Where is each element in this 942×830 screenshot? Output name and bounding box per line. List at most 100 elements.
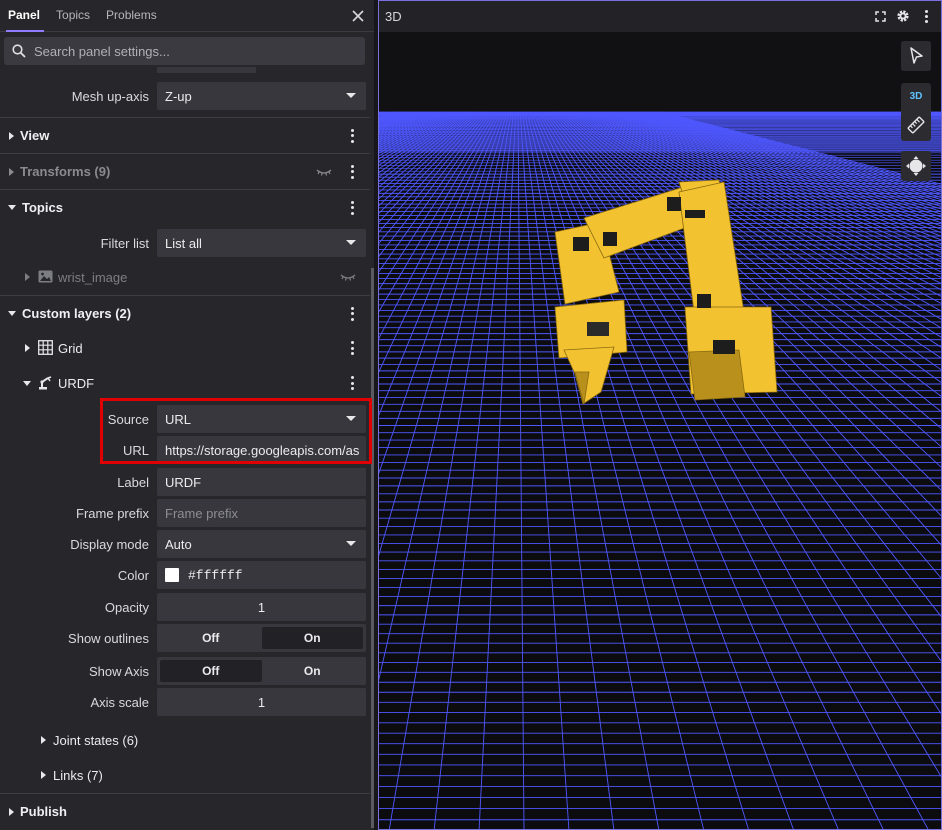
more-vert-icon[interactable] — [350, 341, 354, 355]
select-tool-button[interactable] — [901, 41, 931, 71]
highlight-box — [100, 398, 372, 464]
scene-canvas[interactable] — [379, 32, 942, 830]
more-vert-icon[interactable] — [350, 164, 354, 179]
filter-list-row: Filter list List all — [0, 229, 370, 257]
servo — [713, 340, 735, 354]
links-row[interactable]: Links (7) — [0, 764, 370, 786]
viewport-header: 3D — [379, 1, 941, 32]
frame-prefix-row: Frame prefix Frame prefix — [0, 499, 370, 527]
servo — [685, 210, 705, 218]
show-outlines-label: Show outlines — [68, 630, 149, 646]
mesh-up-axis-label: Mesh up-axis — [71, 88, 149, 104]
opacity-value: 1 — [257, 599, 266, 615]
show-axis-row: Show Axis Off On — [0, 657, 370, 685]
topic-wrist-image[interactable]: wrist_image — [0, 266, 370, 288]
more-vert-icon[interactable] — [350, 306, 354, 321]
move-tool-button[interactable] — [901, 151, 931, 181]
frame-prefix-placeholder: Frame prefix — [165, 505, 238, 521]
tab-topics[interactable]: Topics — [48, 0, 98, 32]
robot-link — [688, 349, 746, 401]
close-icon[interactable] — [349, 7, 367, 25]
caret-right-icon — [25, 344, 30, 352]
section-view-title: View — [20, 128, 50, 143]
viewport-title: 3D — [385, 9, 402, 24]
section-custom-layers-title: Custom layers (2) — [22, 306, 132, 321]
servo — [697, 294, 711, 308]
mode-3d-toggle[interactable]: 3D — [901, 91, 931, 102]
show-outlines-row: Show outlines Off On — [0, 624, 370, 652]
color-value: #ffffff — [188, 567, 243, 583]
servo — [587, 322, 609, 336]
fullscreen-icon[interactable] — [875, 11, 886, 22]
grid-icon — [38, 340, 53, 355]
panel-tabs: Panel Topics Problems — [0, 0, 374, 32]
caret-right-icon — [41, 736, 46, 744]
label-row: Label URDF — [0, 468, 370, 496]
label-value: URDF — [165, 474, 202, 490]
display-mode-select[interactable]: Auto — [157, 530, 366, 558]
display-mode-row: Display mode Auto — [0, 530, 370, 558]
tab-problems[interactable]: Problems — [98, 0, 165, 32]
color-row: Color #ffffff — [0, 561, 370, 589]
layer-grid[interactable]: Grid — [0, 337, 370, 359]
color-swatch[interactable] — [165, 568, 179, 582]
frame-prefix-input[interactable]: Frame prefix — [157, 499, 366, 527]
search-bar — [4, 37, 365, 65]
chevron-down-icon — [346, 93, 356, 98]
show-outlines-toggle: Off On — [157, 624, 366, 652]
move-icon — [906, 156, 926, 176]
tab-panel[interactable]: Panel — [0, 0, 48, 32]
image-icon — [38, 270, 53, 283]
search-input[interactable] — [34, 43, 334, 59]
more-vert-icon[interactable] — [350, 376, 354, 390]
show-axis-off[interactable]: Off — [160, 660, 262, 682]
section-topics-title: Topics — [22, 200, 63, 215]
joint-states-label: Joint states (6) — [53, 732, 139, 748]
axis-scale-row: Axis scale 1 — [0, 688, 370, 716]
filter-list-label: Filter list — [100, 235, 149, 251]
more-vert-icon[interactable] — [350, 128, 354, 143]
show-axis-on[interactable]: On — [262, 660, 364, 682]
layer-grid-label: Grid — [58, 340, 83, 356]
section-publish[interactable]: Publish — [0, 793, 370, 829]
measure-toolbar: 3D — [901, 83, 931, 141]
opacity-label: Opacity — [104, 599, 149, 615]
caret-right-icon — [9, 131, 14, 140]
show-outlines-on[interactable]: On — [261, 627, 363, 649]
mesh-up-axis-select[interactable]: Z-up — [157, 82, 366, 110]
mesh-up-axis-value: Z-up — [165, 88, 192, 104]
cursor-icon — [910, 47, 923, 64]
visibility-off-icon[interactable] — [340, 272, 356, 282]
section-transforms[interactable]: Transforms (9) — [0, 153, 370, 189]
search-icon — [12, 44, 26, 58]
color-input[interactable]: #ffffff — [157, 561, 366, 589]
section-topics[interactable]: Topics — [0, 189, 370, 225]
visibility-off-icon[interactable] — [316, 167, 332, 177]
axis-scale-input[interactable]: 1 — [157, 688, 366, 716]
section-view[interactable]: View — [0, 117, 370, 153]
opacity-input[interactable]: 1 — [157, 593, 366, 621]
ruler-icon[interactable] — [907, 116, 925, 134]
caret-right-icon — [25, 273, 30, 281]
chevron-down-icon — [346, 541, 356, 546]
section-publish-title: Publish — [20, 804, 67, 819]
joint-states-row[interactable]: Joint states (6) — [0, 729, 370, 751]
section-transforms-title: Transforms (9) — [20, 164, 111, 179]
topic-wrist-image-label: wrist_image — [58, 269, 128, 285]
show-axis-toggle: Off On — [157, 657, 366, 685]
caret-right-icon — [9, 807, 14, 816]
servo — [667, 197, 681, 211]
section-custom-layers[interactable]: Custom layers (2) — [0, 295, 370, 331]
more-vert-icon[interactable] — [924, 10, 928, 23]
color-label: Color — [117, 567, 149, 583]
filter-list-select[interactable]: List all — [157, 229, 366, 257]
gear-icon[interactable] — [896, 9, 910, 23]
caret-right-icon — [9, 167, 14, 176]
viewport-3d: 3D 3D — [378, 0, 942, 830]
servo — [603, 232, 617, 246]
layer-urdf[interactable]: URDF — [0, 372, 370, 394]
more-vert-icon[interactable] — [350, 200, 354, 215]
label-input[interactable]: URDF — [157, 468, 366, 496]
opacity-row: Opacity 1 — [0, 593, 370, 621]
show-outlines-off[interactable]: Off — [160, 627, 262, 649]
